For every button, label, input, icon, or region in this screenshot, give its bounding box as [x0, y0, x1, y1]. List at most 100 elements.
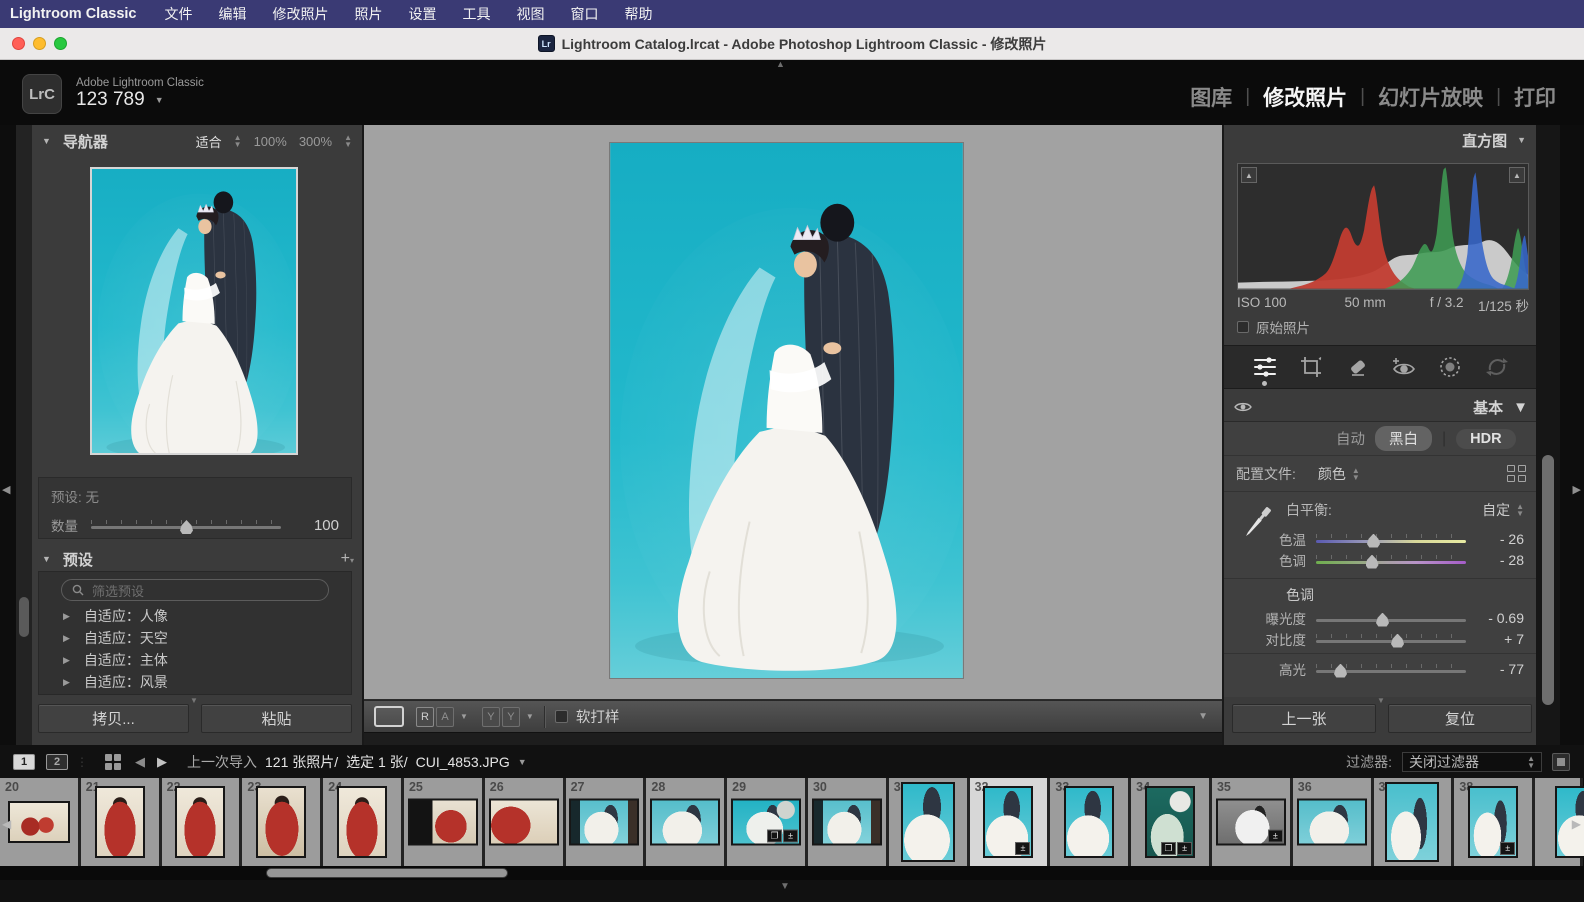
thumbnail-photo[interactable] [1385, 782, 1439, 862]
profile-value[interactable]: 颜色 ▲▼ [1318, 464, 1360, 484]
basic-panel-header[interactable]: 基本 ▼ [1224, 393, 1538, 421]
filter-dropdown[interactable]: 关闭过滤器 ▲▼ [1402, 752, 1542, 772]
module-tab[interactable]: 幻灯片放映 [1378, 82, 1483, 112]
menu-item[interactable]: 帮助 [625, 6, 653, 22]
tint-value[interactable]: - 28 [1500, 552, 1524, 568]
filmstrip-scroll-thumb[interactable] [266, 868, 508, 878]
thumbnail-photo[interactable] [95, 786, 145, 858]
filmstrip-thumbnail[interactable]: 27 [566, 778, 647, 866]
main-window-button[interactable]: 1 [13, 754, 35, 770]
module-tab[interactable]: 打印 [1514, 82, 1556, 112]
exposure-value[interactable]: - 0.69 [1488, 610, 1524, 626]
filmstrip-thumbnail[interactable]: 32 ± [970, 778, 1051, 866]
exposure-slider-thumb[interactable] [1376, 613, 1389, 627]
right-panel-collapse-strip[interactable]: ▶ [1560, 125, 1584, 745]
menu-item[interactable]: 编辑 [219, 6, 247, 22]
original-photo-checkbox[interactable] [1237, 321, 1249, 333]
thumbnail-photo[interactable] [1297, 799, 1367, 846]
wb-stepper-icon[interactable]: ▲▼ [1516, 503, 1524, 517]
highlights-slider[interactable] [1316, 662, 1466, 676]
grid-view-icon[interactable] [105, 754, 121, 770]
histogram-box[interactable]: ▲ ▲ [1237, 163, 1529, 290]
reset-button[interactable]: 复位 [1388, 704, 1532, 733]
temp-slider[interactable] [1316, 532, 1466, 546]
menu-item[interactable]: 设置 [409, 6, 437, 22]
filmstrip-thumbnail[interactable]: 22 [162, 778, 243, 866]
thumbnail-photo[interactable]: ± [1468, 786, 1518, 858]
presets-collapse-icon[interactable]: ▼ [42, 554, 51, 564]
filmstrip-scroll-left-icon[interactable]: ◀ [2, 817, 11, 831]
right-panel-scrollbar[interactable] [1536, 125, 1560, 745]
thumbnail-photo[interactable] [256, 786, 306, 858]
fit-stepper-icon[interactable]: ▲▼ [234, 134, 242, 148]
exposure-slider[interactable] [1316, 611, 1466, 625]
highlights-value[interactable]: - 77 [1500, 661, 1524, 677]
minimize-window-button[interactable] [33, 37, 46, 50]
add-preset-button[interactable]: +▾ [341, 550, 354, 568]
red-eye-tool-icon[interactable] [1389, 352, 1419, 382]
loupe-view-button[interactable] [374, 706, 404, 727]
soft-proof-checkbox[interactable] [555, 710, 568, 723]
profile-stepper-icon[interactable]: ▲▼ [1352, 467, 1360, 481]
preset-expand-icon[interactable]: ▶ [63, 633, 70, 644]
preset-expand-icon[interactable]: ▶ [63, 611, 70, 622]
thumbnail-photo[interactable] [8, 801, 70, 843]
thumbnail-photo[interactable] [812, 799, 882, 846]
highlight-clipping-icon[interactable]: ▲ [1509, 167, 1525, 183]
auto-button[interactable]: 自动 [1336, 428, 1365, 449]
thumbnail-photo[interactable] [175, 786, 225, 858]
module-tab[interactable]: 图库 [1190, 82, 1232, 112]
close-window-button[interactable] [12, 37, 25, 50]
filmstrip-thumbnail[interactable]: 23 [242, 778, 323, 866]
adjust-badge-icon[interactable]: ± [1177, 842, 1192, 855]
adjust-badge-icon[interactable]: ± [783, 830, 798, 843]
paste-button[interactable]: 粘贴 [201, 704, 352, 733]
filmstrip-thumbnail[interactable]: 38 ± [1454, 778, 1535, 866]
thumbnail-photo[interactable] [569, 799, 639, 846]
filmstrip-thumbnail[interactable]: 31 [889, 778, 970, 866]
thumbnail-photo[interactable] [489, 799, 559, 846]
menu-item[interactable]: 工具 [463, 6, 491, 22]
reference-view-dropdown-icon[interactable]: ▼ [460, 712, 468, 721]
filmstrip-thumbnail[interactable]: 21 [81, 778, 162, 866]
source-dropdown-icon[interactable]: ▼ [518, 757, 527, 767]
left-panel-collapse-strip[interactable]: ◀ [0, 125, 16, 745]
panel-switch-eye-icon[interactable] [1234, 401, 1252, 413]
thumbnail-photo[interactable] [408, 799, 478, 846]
thumbnail-photo[interactable]: ❐± [1145, 786, 1195, 858]
thumbnail-photo[interactable]: ± [983, 786, 1033, 858]
basic-collapse-icon[interactable]: ▼ [1513, 399, 1528, 416]
profile-browser-icon[interactable] [1507, 465, 1526, 482]
reference-view-r-button[interactable]: R [416, 707, 434, 727]
preset-search-input[interactable]: 筛选预设 [61, 579, 329, 601]
filmstrip-source-indicator[interactable]: 上一次导入 121 张照片/ 选定 1 张/ CUI_4853.JPG ▼ [187, 752, 527, 772]
filmstrip-thumbnail[interactable]: 35 ± [1212, 778, 1293, 866]
navigator-preview[interactable] [90, 167, 298, 455]
identity-dropdown-icon[interactable]: ▼ [155, 95, 164, 105]
adjust-badge-icon[interactable]: ± [1015, 842, 1030, 855]
preset-item[interactable]: ▶自适应：天空 [39, 627, 351, 649]
filmstrip-thumbnail[interactable]: 26 [485, 778, 566, 866]
healing-tool-icon[interactable] [1343, 352, 1373, 382]
crop-tool-icon[interactable] [1296, 352, 1326, 382]
photo-canvas[interactable] [364, 125, 1222, 700]
histogram-collapse-icon[interactable]: ▼ [1517, 135, 1526, 145]
filmstrip-thumbnail[interactable]: 25 [404, 778, 485, 866]
filmstrip-scroll-right-icon[interactable]: ▶ [1572, 817, 1581, 831]
menu-app-name[interactable]: Lightroom Classic [10, 6, 137, 22]
adjust-badge-icon[interactable]: ± [1500, 842, 1515, 855]
previous-button[interactable]: 上一张 [1232, 704, 1376, 733]
filmstrip-thumbnail[interactable]: 28 [646, 778, 727, 866]
go-forward-icon[interactable]: ▶ [157, 754, 167, 770]
before-after-y2-button[interactable]: Y [502, 707, 520, 727]
preset-item[interactable]: ▶自适应：风景 [39, 671, 351, 693]
filmstrip-thumbnail[interactable]: 36 [1293, 778, 1374, 866]
filmstrip-thumbnail[interactable]: 33 [1050, 778, 1131, 866]
sync-icon[interactable] [1482, 352, 1512, 382]
second-window-button[interactable]: 2 [46, 754, 68, 770]
filmstrip-thumbnail[interactable]: 30 [808, 778, 889, 866]
top-panel-collapse-arrow[interactable]: ▲ [776, 59, 785, 69]
filmstrip-thumbnail[interactable]: 37 [1374, 778, 1455, 866]
zoom-stepper-icon[interactable]: ▲▼ [344, 134, 352, 148]
filmstrip-thumbnail[interactable]: 34 ❐± [1131, 778, 1212, 866]
